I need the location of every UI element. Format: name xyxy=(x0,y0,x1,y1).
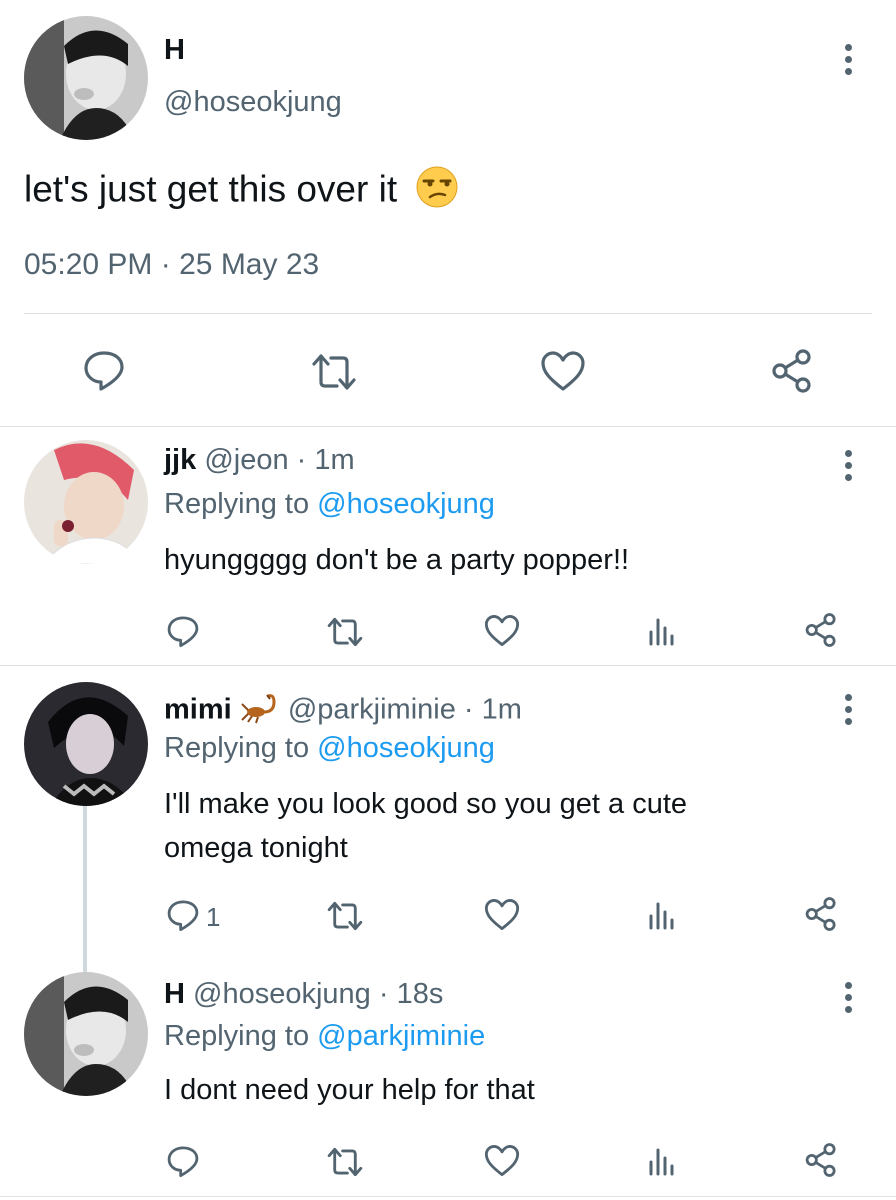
retweet-icon[interactable] xyxy=(326,900,364,932)
meta-separator: · xyxy=(160,248,171,281)
views-icon[interactable] xyxy=(646,616,676,646)
author-name[interactable]: jjk xyxy=(164,444,196,476)
share-icon[interactable] xyxy=(804,612,838,648)
reply-header: jjk @jeon · 1m xyxy=(164,444,355,477)
reply-header: mimi @parkjiminie · 1m xyxy=(164,690,522,732)
avatar[interactable] xyxy=(24,16,148,140)
meta-separator: · xyxy=(296,444,307,476)
reply-time: 1m xyxy=(481,693,522,726)
views-icon[interactable] xyxy=(646,1146,676,1176)
author-name[interactable]: H xyxy=(164,34,185,67)
share-icon[interactable] xyxy=(770,348,814,394)
tweet-text-content: let's just get this over it xyxy=(24,168,398,210)
author-handle[interactable]: @parkjiminie xyxy=(288,694,456,726)
reply-text-line: I'll make you look good so you get a cut… xyxy=(164,788,688,820)
divider xyxy=(24,313,872,314)
unamused-emoji xyxy=(415,165,459,218)
divider xyxy=(0,1196,896,1197)
scorpion-emoji xyxy=(240,690,280,732)
tweet-date: 25 May 23 xyxy=(179,248,320,281)
tweet-time: 05:20 PM xyxy=(24,248,153,281)
heart-icon[interactable] xyxy=(484,898,520,931)
more-icon[interactable] xyxy=(836,450,860,481)
tweet-timestamp: 05:20 PM · 25 May 23 xyxy=(24,248,319,282)
avatar[interactable] xyxy=(24,682,148,806)
replying-to-handle[interactable]: @hoseokjung xyxy=(317,488,495,520)
reply-icon[interactable] xyxy=(166,898,200,932)
more-icon[interactable] xyxy=(836,44,860,75)
author-name[interactable]: mimi xyxy=(164,694,232,726)
reply-icon[interactable] xyxy=(82,348,126,392)
replying-to-handle[interactable]: @parkjiminie xyxy=(317,1020,485,1052)
share-icon[interactable] xyxy=(804,896,838,932)
reply-icon[interactable] xyxy=(166,1144,200,1178)
author-handle[interactable]: @hoseokjung xyxy=(193,978,371,1010)
replying-prefix: Replying to xyxy=(164,488,310,520)
replying-to: Replying to @hoseokjung xyxy=(164,488,495,521)
heart-icon[interactable] xyxy=(484,1144,520,1177)
author-handle[interactable]: @jeon xyxy=(204,444,288,476)
reply-text: hyunggggg don't be a party popper!! xyxy=(164,544,630,576)
divider xyxy=(0,665,896,666)
retweet-icon[interactable] xyxy=(326,616,364,648)
avatar[interactable] xyxy=(24,972,148,1096)
replying-to-handle[interactable]: @hoseokjung xyxy=(317,732,495,764)
more-icon[interactable] xyxy=(836,694,860,725)
reply-text-line: omega tonight xyxy=(164,832,348,864)
reply-icon[interactable] xyxy=(166,614,200,648)
retweet-icon[interactable] xyxy=(326,1146,364,1178)
heart-icon[interactable] xyxy=(484,614,520,647)
replying-to: Replying to @hoseokjung xyxy=(164,732,495,765)
reply-count: 1 xyxy=(206,902,221,932)
thread-line xyxy=(83,806,87,974)
reply-header: H @hoseokjung · 18s xyxy=(164,978,443,1011)
replying-to: Replying to @parkjiminie xyxy=(164,1020,485,1053)
share-icon[interactable] xyxy=(804,1142,838,1178)
reply-time: 18s xyxy=(396,978,444,1010)
more-icon[interactable] xyxy=(836,982,860,1013)
replying-prefix: Replying to xyxy=(164,732,310,764)
meta-separator: · xyxy=(378,978,389,1010)
author-handle[interactable]: @hoseokjung xyxy=(164,86,342,119)
avatar[interactable] xyxy=(24,440,148,564)
author-name[interactable]: H xyxy=(164,978,185,1010)
views-icon[interactable] xyxy=(646,900,676,930)
meta-separator: · xyxy=(463,693,474,726)
tweet-text: let's just get this over it xyxy=(24,165,459,218)
replying-prefix: Replying to xyxy=(164,1020,310,1052)
reply-time: 1m xyxy=(314,444,355,476)
heart-icon[interactable] xyxy=(540,350,586,392)
retweet-icon[interactable] xyxy=(310,352,358,392)
divider xyxy=(0,426,896,427)
reply-text: I dont need your help for that xyxy=(164,1074,535,1106)
